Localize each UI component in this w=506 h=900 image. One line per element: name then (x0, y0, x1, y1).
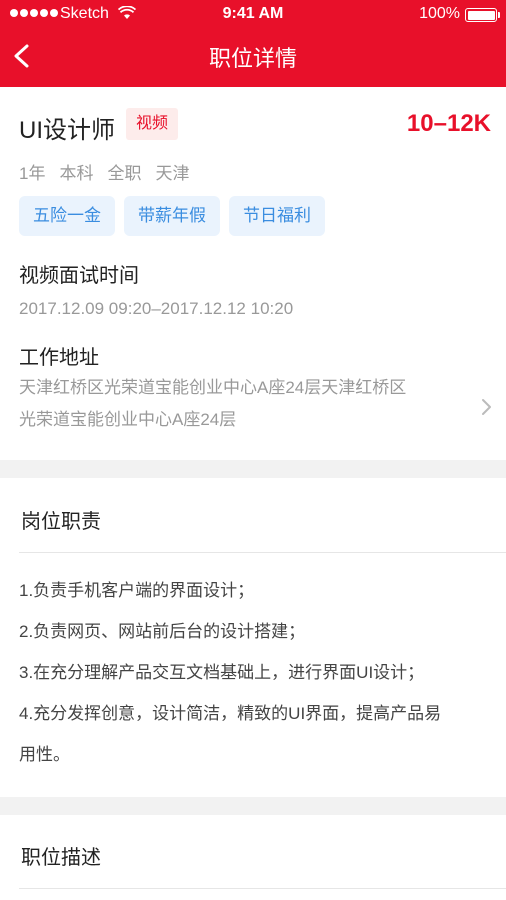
meta-education: 本科 (59, 164, 94, 183)
benefit-tag: 五险一金 (19, 196, 115, 236)
address-row[interactable]: 天津红桥区光荣道宝能创业中心A座24层天津红桥区 光荣道宝能创业中心A座24层 (0, 372, 506, 436)
job-title: UI设计师 (19, 117, 115, 144)
job-meta: 1年 本科 全职 天津 (19, 159, 189, 184)
meta-type: 全职 (107, 164, 142, 183)
benefit-tag: 节日福利 (229, 196, 325, 236)
battery-icon (465, 8, 500, 22)
responsibilities-title: 岗位职责 (21, 511, 101, 533)
address-label: 工作地址 (19, 347, 99, 369)
list-item: 1.负责手机客户端的界面设计； (19, 581, 255, 600)
interview-time-label: 视频面试时间 (19, 265, 139, 287)
benefit-tag: 带薪年假 (124, 196, 220, 236)
section-spacer (0, 797, 506, 815)
battery-percent: 100% (419, 5, 460, 22)
list-item: 2.负责网页、网站前后台的设计搭建； (19, 622, 306, 641)
header-bar: Sketch 9:41 AM 100% 职位详情 (0, 0, 506, 87)
salary: 10–12K (406, 110, 491, 137)
meta-experience: 1年 (19, 164, 46, 183)
address-line-1: 天津红桥区光荣道宝能创业中心A座24层天津红桥区 (19, 378, 407, 397)
responsibilities-list: 1.负责手机客户端的界面设计； 2.负责网页、网站前后台的设计搭建； 3.在充分… (19, 570, 489, 775)
description-title: 职位描述 (21, 847, 101, 869)
video-tag: 视频 (126, 108, 179, 140)
benefits-list: 五险一金 带薪年假 节日福利 (19, 196, 325, 236)
address-line-2: 光荣道宝能创业中心A座24层 (19, 410, 237, 429)
section-spacer (0, 460, 506, 478)
list-item: 用性。 (19, 745, 70, 764)
meta-city: 天津 (155, 164, 190, 183)
page-title: 职位详情 (208, 46, 297, 71)
chevron-right-icon (482, 399, 491, 415)
list-item: 3.在充分理解产品交互文档基础上，进行界面UI设计； (19, 663, 425, 682)
divider (19, 888, 506, 889)
list-item: 4.充分发挥创意，设计简洁，精致的UI界面，提高产品易 (19, 704, 442, 723)
status-bar: Sketch 9:41 AM 100% (0, 0, 506, 30)
interview-time-value: 2017.12.09 09:20–2017.12.12 10:20 (19, 299, 294, 318)
divider (19, 552, 506, 553)
job-header: UI设计师 视频 10–12K (19, 108, 491, 144)
